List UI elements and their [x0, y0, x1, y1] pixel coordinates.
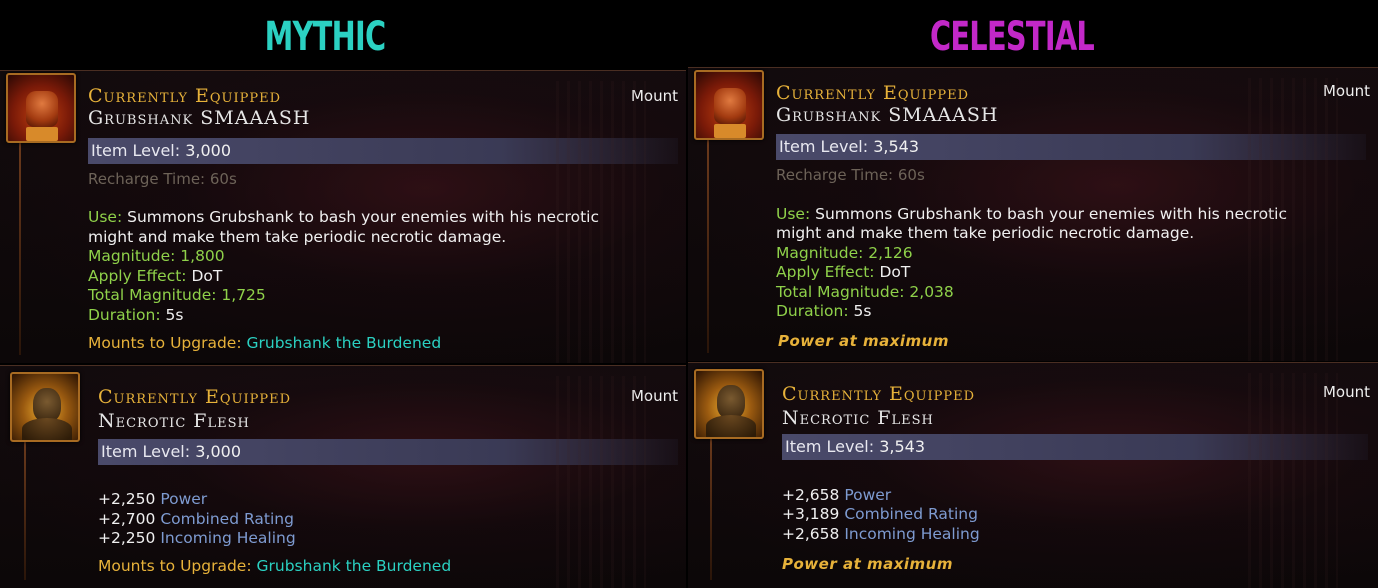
- mythic-smash-tooltip: Currently Equipped Grubshank SMAAASH Mou…: [0, 70, 686, 363]
- apply-effect: Apply Effect: DoT: [88, 267, 223, 285]
- duration: Duration: 5s: [776, 302, 872, 320]
- item-type: Mount: [630, 387, 678, 405]
- use-line-2: might and make them take periodic necrot…: [776, 224, 1195, 242]
- ogre-portrait-icon: [694, 369, 764, 439]
- mythic-flesh-tooltip: Currently Equipped Necrotic Flesh Mount …: [0, 365, 686, 588]
- item-type: Mount: [630, 87, 678, 105]
- equipped-status: Currently Equipped: [88, 85, 282, 107]
- item-name: Grubshank SMAAASH: [88, 107, 311, 129]
- recharge-time: Recharge Time: 60s: [88, 170, 237, 188]
- mounts-to-upgrade: Mounts to Upgrade: Grubshank the Burdene…: [98, 557, 452, 575]
- fist-icon: [6, 73, 76, 143]
- equipped-status: Currently Equipped: [776, 82, 970, 104]
- power-at-maximum: Power at maximum: [778, 332, 949, 350]
- tooltip-rail: [707, 140, 709, 353]
- item-level-label: Item Level: 3,000: [101, 442, 242, 461]
- item-type: Mount: [1322, 383, 1370, 401]
- stat-power: +2,658 Power: [782, 486, 892, 504]
- use-line-2: might and make them take periodic necrot…: [88, 228, 507, 246]
- mythic-heading: MYTHIC: [264, 14, 387, 60]
- stat-combined-rating: +3,189 Combined Rating: [782, 505, 978, 523]
- stat-power: +2,250 Power: [98, 490, 208, 508]
- duration: Duration: 5s: [88, 306, 184, 324]
- ogre-portrait-icon: [10, 372, 80, 442]
- item-level-label: Item Level: 3,000: [91, 141, 232, 160]
- tooltip-rail: [710, 435, 712, 580]
- use-line-1: Use: Summons Grubshank to bash your enem…: [776, 205, 1287, 223]
- item-level-bar: Item Level: 3,000: [88, 138, 678, 164]
- item-level-label: Item Level: 3,543: [779, 137, 920, 156]
- tooltip-rail: [24, 438, 26, 580]
- stat-incoming-healing: +2,250 Incoming Healing: [98, 529, 296, 547]
- item-name: Grubshank SMAAASH: [776, 104, 999, 126]
- stat-combined-rating: +2,700 Combined Rating: [98, 510, 294, 528]
- mounts-to-upgrade: Mounts to Upgrade: Grubshank the Burdene…: [88, 334, 442, 352]
- magnitude: Magnitude: 2,126: [776, 244, 913, 262]
- equipped-status: Currently Equipped: [782, 383, 976, 405]
- power-at-maximum: Power at maximum: [782, 555, 953, 573]
- magnitude: Magnitude: 1,800: [88, 247, 225, 265]
- celestial-smash-tooltip: Currently Equipped Grubshank SMAAASH Mou…: [688, 67, 1378, 361]
- item-level-bar: Item Level: 3,543: [776, 134, 1366, 160]
- equipped-status: Currently Equipped: [98, 386, 292, 408]
- tooltip-rail: [19, 143, 21, 355]
- item-level-label: Item Level: 3,543: [785, 437, 926, 456]
- total-magnitude: Total Magnitude: 2,038: [776, 283, 954, 301]
- item-level-bar: Item Level: 3,000: [98, 439, 678, 465]
- item-name: Necrotic Flesh: [782, 407, 934, 429]
- celestial-heading: CELESTIAL: [929, 14, 1095, 60]
- item-name: Necrotic Flesh: [98, 410, 250, 432]
- total-magnitude: Total Magnitude: 1,725: [88, 286, 266, 304]
- stat-incoming-healing: +2,658 Incoming Healing: [782, 525, 980, 543]
- fist-icon: [694, 70, 764, 140]
- recharge-time: Recharge Time: 60s: [776, 166, 925, 184]
- celestial-flesh-tooltip: Currently Equipped Necrotic Flesh Mount …: [688, 362, 1378, 588]
- apply-effect: Apply Effect: DoT: [776, 263, 911, 281]
- item-level-bar: Item Level: 3,543: [782, 434, 1368, 460]
- use-line-1: Use: Summons Grubshank to bash your enem…: [88, 208, 599, 226]
- item-type: Mount: [1322, 82, 1370, 100]
